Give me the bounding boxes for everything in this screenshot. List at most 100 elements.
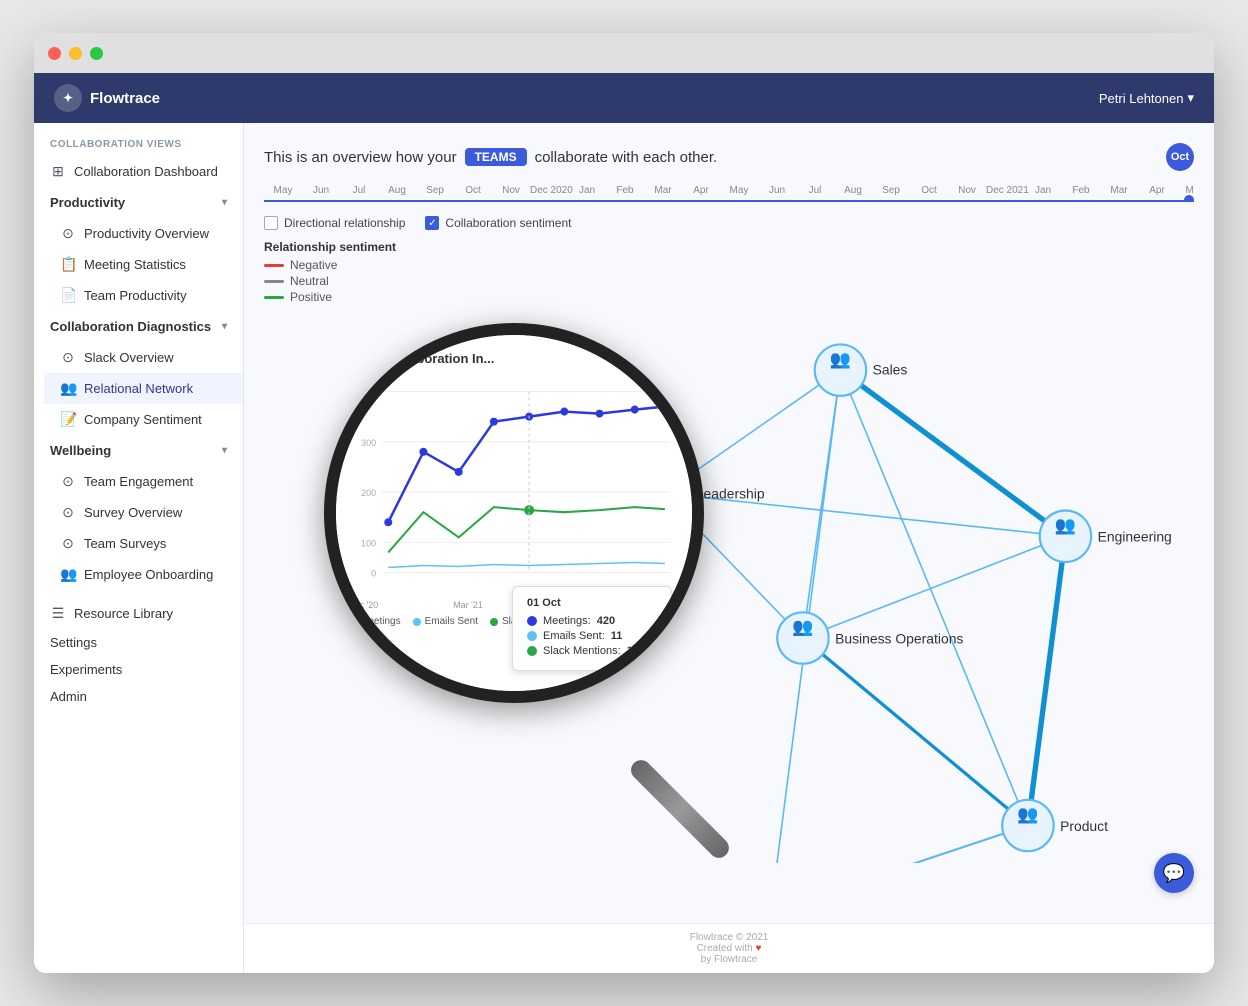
meeting-statistics-icon: 📋 xyxy=(60,256,76,273)
svg-text:200: 200 xyxy=(361,488,376,498)
positive-label: Positive xyxy=(290,290,332,304)
tl-jul: Jul xyxy=(340,185,378,196)
sidebar-item-settings[interactable]: Settings xyxy=(34,629,243,656)
sidebar-item-team-engagement[interactable]: ⊙ Team Engagement xyxy=(44,466,243,497)
main-top: This is an overview how your TEAMS colla… xyxy=(244,123,1214,923)
relational-icon: 👥 xyxy=(60,380,76,397)
tl-may: May xyxy=(264,185,302,196)
negative-label: Negative xyxy=(290,258,337,272)
topnav: ✦ Flowtrace Petri Lehtonen ▾ xyxy=(34,73,1214,123)
team-surveys-label: Team Surveys xyxy=(84,536,166,551)
employee-onboarding-label: Employee Onboarding xyxy=(84,567,213,582)
wellbeing-arrow: ▾ xyxy=(222,445,227,456)
main-footer: Flowtrace © 2021 Created with ♥ by Flowt… xyxy=(244,923,1214,973)
productivity-label: Productivity xyxy=(50,195,125,210)
tl-sep2: Sep xyxy=(872,185,910,196)
productivity-group[interactable]: Productivity ▾ xyxy=(34,187,243,218)
dashboard-label: Collaboration Dashboard xyxy=(74,164,218,179)
team-productivity-label: Team Productivity xyxy=(84,288,187,303)
checkbox-directional[interactable]: Directional relationship xyxy=(264,216,405,230)
footer-brand-name: Flowtrace xyxy=(690,932,733,943)
emails-dot xyxy=(413,618,421,626)
sidebar-item-resource-library[interactable]: ☰ Resource Library xyxy=(34,598,243,629)
resource-icon: ☰ xyxy=(50,605,66,622)
collab-diag-group[interactable]: Collaboration Diagnostics ▾ xyxy=(34,311,243,342)
sidebar: COLLABORATION VIEWS ⊞ Collaboration Dash… xyxy=(34,123,244,973)
sidebar-item-dashboard[interactable]: ⊞ Collaboration Dashboard xyxy=(34,156,243,187)
tl-feb2: Feb xyxy=(1062,185,1100,196)
sidebar-item-survey-overview[interactable]: ⊙ Survey Overview xyxy=(44,497,243,528)
brand-name: Flowtrace xyxy=(90,90,160,107)
user-menu[interactable]: Petri Lehtonen ▾ xyxy=(1099,90,1194,106)
sidebar-item-employee-onboarding[interactable]: 👥 Employee Onboarding xyxy=(44,559,243,590)
tl-dec2020: Dec 2020 xyxy=(530,185,568,196)
minimize-button[interactable] xyxy=(69,47,82,60)
svg-text:Leadership: Leadership xyxy=(696,486,765,502)
tl-apr2: Apr xyxy=(1138,185,1176,196)
user-name: Petri Lehtonen xyxy=(1099,91,1184,106)
maximize-button[interactable] xyxy=(90,47,103,60)
sentiment-title: Relationship sentiment xyxy=(264,240,1194,254)
sidebar-item-team-productivity[interactable]: 📄 Team Productivity xyxy=(44,280,243,311)
productivity-items: ⊙ Productivity Overview 📋 Meeting Statis… xyxy=(34,218,243,311)
cb-directional-label: Directional relationship xyxy=(284,216,405,230)
svg-text:👥: 👥 xyxy=(1055,515,1076,535)
checkbox-collaboration[interactable]: ✓ Collaboration sentiment xyxy=(425,216,571,230)
sidebar-item-team-surveys[interactable]: ⊙ Team Surveys xyxy=(44,528,243,559)
titlebar xyxy=(34,33,1214,73)
footer-by: by Flowtrace xyxy=(264,954,1194,965)
wellbeing-label: Wellbeing xyxy=(50,443,111,458)
settings-label: Settings xyxy=(50,635,97,650)
tl-nov: Nov xyxy=(492,185,530,196)
tl-mar: Mar xyxy=(644,185,682,196)
svg-text:400: 400 xyxy=(361,387,376,397)
sidebar-item-experiments[interactable]: Experiments xyxy=(34,656,243,683)
team-surveys-icon: ⊙ xyxy=(60,535,76,552)
tl-jun2: Jun xyxy=(758,185,796,196)
tl-sep: Sep xyxy=(416,185,454,196)
productivity-overview-icon: ⊙ xyxy=(60,225,76,242)
sidebar-item-meeting-statistics[interactable]: 📋 Meeting Statistics xyxy=(44,249,243,280)
footer-created-with: Created with xyxy=(697,943,753,954)
sidebar-item-productivity-overview[interactable]: ⊙ Productivity Overview xyxy=(44,218,243,249)
footer-brand: Flowtrace © 2021 xyxy=(264,932,1194,943)
brand-icon: ✦ xyxy=(54,84,82,112)
footer-by-flowtrace: by Flowtrace xyxy=(701,954,758,965)
svg-text:100: 100 xyxy=(361,538,376,548)
experiments-label: Experiments xyxy=(50,662,122,677)
cb-collaboration[interactable]: ✓ xyxy=(425,216,439,230)
collab-diag-arrow: ▾ xyxy=(222,321,227,332)
sidebar-item-relational-network[interactable]: 👥 Relational Network xyxy=(44,373,243,404)
network-graph: 👥 Sales 👥 Leadership 👥 Engineering xyxy=(444,263,1194,863)
sidebar-item-admin[interactable]: Admin xyxy=(34,683,243,710)
chat-button[interactable]: 💬 xyxy=(1154,853,1194,893)
survey-overview-icon: ⊙ xyxy=(60,504,76,521)
tl-mar2: Mar xyxy=(1100,185,1138,196)
wellbeing-group[interactable]: Wellbeing ▾ xyxy=(34,435,243,466)
tl-feb: Feb xyxy=(606,185,644,196)
tl-jan2: Jan xyxy=(1024,185,1062,196)
svg-text:👥: 👥 xyxy=(1017,804,1038,824)
slack-overview-label: Slack Overview xyxy=(84,350,174,365)
collab-views-label: COLLABORATION VIEWS xyxy=(34,123,243,156)
tl-jul2: Jul xyxy=(796,185,834,196)
tl-oct1: Oct xyxy=(454,185,492,196)
oct-badge[interactable]: Oct xyxy=(1166,143,1194,171)
company-sentiment-icon: 📝 xyxy=(60,411,76,428)
xaxis-dec20: Dec '20 xyxy=(348,600,378,610)
tl-apr: Apr xyxy=(682,185,720,196)
footer-year: © 2021 xyxy=(736,932,768,943)
survey-overview-label: Survey Overview xyxy=(84,505,182,520)
checkbox-row: Directional relationship ✓ Collaboration… xyxy=(264,216,1194,230)
svg-text:👥: 👥 xyxy=(653,472,674,492)
meetings-dot xyxy=(348,618,356,626)
close-button[interactable] xyxy=(48,47,61,60)
sidebar-item-company-sentiment[interactable]: 📝 Company Sentiment xyxy=(44,404,243,435)
team-productivity-icon: 📄 xyxy=(60,287,76,304)
main-content: This is an overview how your TEAMS colla… xyxy=(244,123,1214,973)
sidebar-item-slack-overview[interactable]: ⊙ Slack Overview xyxy=(44,342,243,373)
svg-text:👥: 👥 xyxy=(792,617,813,637)
cb-directional[interactable] xyxy=(264,216,278,230)
tl-may2: May xyxy=(720,185,758,196)
svg-text:👥: 👥 xyxy=(830,349,851,369)
